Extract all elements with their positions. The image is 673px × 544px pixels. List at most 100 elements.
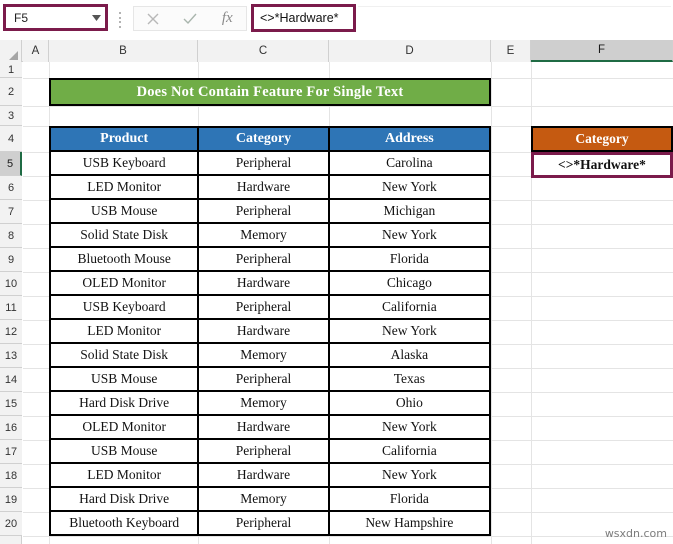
- row-header-13[interactable]: 13: [0, 344, 22, 368]
- data-table[interactable]: Product Category Address USB Keyboard Per…: [48, 126, 492, 536]
- table-cell[interactable]: New York: [327, 318, 492, 344]
- table-cell[interactable]: Hardware: [197, 414, 330, 440]
- check-icon[interactable]: [173, 7, 207, 30]
- row-header-9[interactable]: 9: [0, 248, 22, 272]
- table-cell[interactable]: Bluetooth Mouse: [48, 246, 200, 272]
- table-row[interactable]: USB Mouse Peripheral California: [48, 438, 492, 464]
- close-icon[interactable]: [136, 7, 170, 30]
- spreadsheet-grid[interactable]: Does Not Contain Feature For Single Text…: [23, 62, 673, 544]
- row-header-12[interactable]: 12: [0, 320, 22, 344]
- table-row[interactable]: USB Mouse Peripheral Michigan: [48, 198, 492, 224]
- table-row[interactable]: Solid State Disk Memory Alaska: [48, 342, 492, 368]
- table-cell[interactable]: New York: [327, 174, 492, 200]
- column-header-b[interactable]: B: [49, 40, 198, 62]
- table-cell[interactable]: USB Mouse: [48, 198, 200, 224]
- row-header-20[interactable]: 20: [0, 512, 22, 536]
- row-header-14[interactable]: 14: [0, 368, 22, 392]
- column-header-f[interactable]: F: [531, 40, 673, 62]
- table-cell[interactable]: OLED Monitor: [48, 414, 200, 440]
- row-header-19[interactable]: 19: [0, 488, 22, 512]
- table-cell[interactable]: Peripheral: [197, 438, 330, 464]
- table-cell[interactable]: Peripheral: [197, 198, 330, 224]
- table-cell[interactable]: Hardware: [197, 174, 330, 200]
- table-cell[interactable]: Memory: [197, 486, 330, 512]
- table-row[interactable]: LED Monitor Hardware New York: [48, 318, 492, 344]
- row-header-15[interactable]: 15: [0, 392, 22, 416]
- table-row[interactable]: USB Keyboard Peripheral Carolina: [48, 150, 492, 176]
- table-cell[interactable]: New York: [327, 414, 492, 440]
- table-cell[interactable]: Bluetooth Keyboard: [48, 510, 200, 536]
- table-row[interactable]: OLED Monitor Hardware Chicago: [48, 270, 492, 296]
- row-header-8[interactable]: 8: [0, 224, 22, 248]
- table-cell[interactable]: Hard Disk Drive: [48, 486, 200, 512]
- column-header-category[interactable]: Category: [197, 126, 330, 152]
- table-cell[interactable]: Peripheral: [197, 294, 330, 320]
- formula-bar-remainder[interactable]: [358, 6, 671, 31]
- row-header-10[interactable]: 10: [0, 272, 22, 296]
- row-header-16[interactable]: 16: [0, 416, 22, 440]
- table-cell[interactable]: Solid State Disk: [48, 222, 200, 248]
- column-header-e[interactable]: E: [491, 40, 531, 62]
- table-cell[interactable]: Texas: [327, 366, 492, 392]
- table-cell[interactable]: California: [327, 294, 492, 320]
- table-row[interactable]: LED Monitor Hardware New York: [48, 462, 492, 488]
- title-banner[interactable]: Does Not Contain Feature For Single Text: [49, 78, 491, 106]
- table-cell[interactable]: California: [327, 438, 492, 464]
- table-row[interactable]: Solid State Disk Memory New York: [48, 222, 492, 248]
- table-cell[interactable]: Florida: [327, 246, 492, 272]
- column-header-product[interactable]: Product: [48, 126, 200, 152]
- table-cell[interactable]: USB Keyboard: [48, 150, 200, 176]
- table-cell[interactable]: USB Mouse: [48, 438, 200, 464]
- table-cell[interactable]: Peripheral: [197, 510, 330, 536]
- formula-input[interactable]: <>*Hardware*: [251, 4, 356, 32]
- table-cell[interactable]: LED Monitor: [48, 174, 200, 200]
- select-all-corner[interactable]: [0, 40, 22, 62]
- table-cell[interactable]: Ohio: [327, 390, 492, 416]
- column-header-a[interactable]: A: [23, 40, 49, 62]
- table-cell[interactable]: Alaska: [327, 342, 492, 368]
- table-row[interactable]: LED Monitor Hardware New York: [48, 174, 492, 200]
- row-header-11[interactable]: 11: [0, 296, 22, 320]
- table-cell[interactable]: Memory: [197, 342, 330, 368]
- row-header-18[interactable]: 18: [0, 464, 22, 488]
- column-header-address[interactable]: Address: [327, 126, 492, 152]
- table-cell[interactable]: Michigan: [327, 198, 492, 224]
- table-cell[interactable]: Florida: [327, 486, 492, 512]
- row-header-3[interactable]: 3: [0, 106, 22, 126]
- table-cell[interactable]: Hardware: [197, 270, 330, 296]
- table-cell[interactable]: Memory: [197, 222, 330, 248]
- table-cell[interactable]: New York: [327, 222, 492, 248]
- table-cell[interactable]: Hard Disk Drive: [48, 390, 200, 416]
- table-cell[interactable]: Hardware: [197, 318, 330, 344]
- table-row[interactable]: Hard Disk Drive Memory Florida: [48, 486, 492, 512]
- table-row[interactable]: USB Mouse Peripheral Texas: [48, 366, 492, 392]
- name-box[interactable]: F5: [3, 4, 108, 31]
- criteria-header-cell[interactable]: Category: [531, 126, 673, 152]
- table-cell[interactable]: Memory: [197, 390, 330, 416]
- table-cell[interactable]: Peripheral: [197, 150, 330, 176]
- row-header-17[interactable]: 17: [0, 440, 22, 464]
- table-cell[interactable]: New York: [327, 462, 492, 488]
- table-cell[interactable]: OLED Monitor: [48, 270, 200, 296]
- criteria-value-cell[interactable]: <>*Hardware*: [531, 152, 673, 178]
- table-cell[interactable]: USB Mouse: [48, 366, 200, 392]
- row-header-5[interactable]: 5: [0, 152, 22, 176]
- row-header-6[interactable]: 6: [0, 176, 22, 200]
- table-row[interactable]: USB Keyboard Peripheral California: [48, 294, 492, 320]
- row-header-7[interactable]: 7: [0, 200, 22, 224]
- row-header-4[interactable]: 4: [0, 126, 22, 152]
- table-row[interactable]: Hard Disk Drive Memory Ohio: [48, 390, 492, 416]
- table-cell[interactable]: Carolina: [327, 150, 492, 176]
- table-cell[interactable]: Peripheral: [197, 246, 330, 272]
- table-cell[interactable]: LED Monitor: [48, 318, 200, 344]
- column-header-c[interactable]: C: [198, 40, 329, 62]
- table-row[interactable]: Bluetooth Mouse Peripheral Florida: [48, 246, 492, 272]
- row-header-1[interactable]: 1: [0, 62, 22, 78]
- table-cell[interactable]: Solid State Disk: [48, 342, 200, 368]
- table-cell[interactable]: Chicago: [327, 270, 492, 296]
- table-cell[interactable]: Peripheral: [197, 366, 330, 392]
- row-header-2[interactable]: 2: [0, 78, 22, 106]
- table-row[interactable]: Bluetooth Keyboard Peripheral New Hampshir…: [48, 510, 492, 536]
- table-cell[interactable]: Hardware: [197, 462, 330, 488]
- fx-icon[interactable]: fx: [210, 7, 244, 30]
